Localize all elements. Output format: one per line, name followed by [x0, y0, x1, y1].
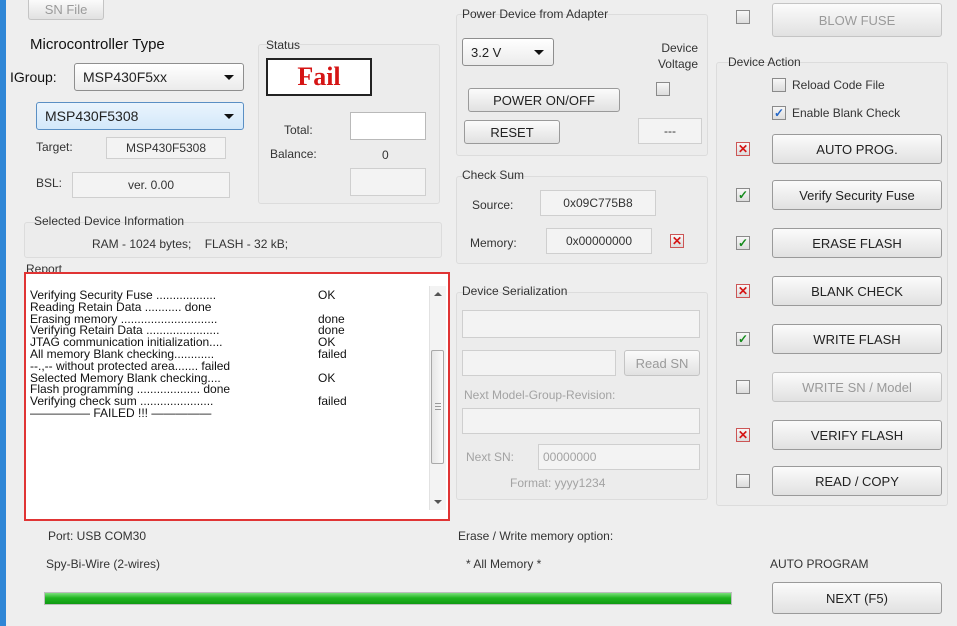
checksum-title: Check Sum: [462, 168, 525, 182]
next-sn-field: 00000000: [538, 444, 700, 470]
report-line-status: failed: [318, 394, 347, 409]
action-button-label: Verify Security Fuse: [799, 187, 915, 203]
format-label: Format: yyyy1234: [510, 476, 606, 490]
action-button-label: WRITE FLASH: [813, 331, 901, 347]
blow-fuse-checkbox[interactable]: [736, 10, 750, 24]
progress-fill: [45, 593, 731, 604]
action-status-checkbox[interactable]: ✕: [736, 284, 750, 298]
chevron-down-icon: [224, 75, 234, 80]
blow-fuse-button[interactable]: BLOW FUSE: [772, 3, 942, 37]
target-value: MSP430F5308: [106, 137, 226, 159]
action-button[interactable]: VERIFY FLASH: [772, 420, 942, 450]
target-label: Target:: [36, 140, 73, 154]
auto-program-label: AUTO PROGRAM: [770, 557, 869, 571]
action-button-label: AUTO PROG.: [816, 141, 898, 157]
action-button[interactable]: BLANK CHECK: [772, 276, 942, 306]
power-on-off-button[interactable]: POWER ON/OFF: [468, 88, 620, 112]
selected-device-info-text: RAM - 1024 bytes; FLASH - 32 kB;: [92, 237, 289, 251]
device-voltage-checkbox[interactable]: [656, 82, 670, 96]
action-status-checkbox[interactable]: [736, 380, 750, 394]
device-action-title: Device Action: [728, 55, 801, 69]
next-model-field: [462, 408, 700, 434]
bsl-value: ver. 0.00: [72, 172, 230, 198]
checksum-memory-label: Memory:: [470, 236, 517, 250]
report-line-status: failed: [318, 347, 347, 361]
checksum-memory-value: 0x00000000: [546, 228, 652, 254]
sn-file-button[interactable]: SN File: [28, 0, 104, 20]
serialization-title: Device Serialization: [462, 284, 568, 298]
voltage-select[interactable]: 3.2 V: [462, 38, 554, 66]
status-extra-field: [350, 168, 426, 196]
reload-code-label: Reload Code File: [792, 78, 885, 92]
action-button-label: READ / COPY: [815, 473, 899, 489]
checksum-fail-icon: ✕: [670, 234, 684, 248]
device-select[interactable]: MSP430F5308: [36, 102, 244, 130]
action-button[interactable]: AUTO PROG.: [772, 134, 942, 164]
power-title: Power Device from Adapter: [462, 7, 609, 21]
serial-number-field: [462, 350, 616, 376]
checksum-source-label: Source:: [472, 198, 514, 212]
chevron-down-icon: [224, 114, 234, 119]
next-model-label: Next Model-Group-Revision:: [464, 388, 616, 402]
action-status-checkbox[interactable]: ✓: [736, 236, 750, 250]
erase-option-label: Erase / Write memory option:: [458, 529, 614, 543]
status-result: Fail: [266, 58, 372, 96]
bsl-label: BSL:: [36, 176, 63, 190]
report-log: Verifying Security Fuse ................…: [24, 272, 450, 521]
action-button-label: BLANK CHECK: [811, 283, 903, 299]
next-sn-label: Next SN:: [466, 450, 515, 464]
action-button[interactable]: ERASE FLASH: [772, 228, 942, 258]
scroll-thumb[interactable]: [431, 350, 444, 464]
balance-label: Balance:: [270, 147, 317, 161]
port-label: Port: USB COM30: [48, 529, 147, 543]
erase-option-value: * All Memory *: [466, 557, 542, 571]
action-button[interactable]: WRITE SN / Model: [772, 372, 942, 402]
progress-bar: [44, 592, 732, 605]
action-status-checkbox[interactable]: [736, 474, 750, 488]
group-select[interactable]: MSP430F5xx: [74, 63, 244, 91]
action-status-checkbox[interactable]: ✓: [736, 332, 750, 346]
report-scrollbar[interactable]: [429, 286, 446, 510]
scroll-down-arrow-icon[interactable]: [434, 500, 442, 504]
reset-button[interactable]: RESET: [464, 120, 560, 144]
interface-label: Spy-Bi-Wire (2-wires): [46, 557, 160, 571]
voltage-readout: ---: [638, 118, 702, 144]
checksum-source-value: 0x09C775B8: [540, 190, 656, 216]
action-button[interactable]: WRITE FLASH: [772, 324, 942, 354]
read-sn-button[interactable]: Read SN: [624, 350, 700, 376]
microcontroller-title: Microcontroller Type: [30, 36, 165, 53]
action-button-label: WRITE SN / Model: [802, 379, 912, 395]
balance-value: 0: [382, 148, 389, 162]
total-label: Total:: [284, 123, 313, 137]
action-button-label: VERIFY FLASH: [810, 427, 904, 443]
action-status-checkbox[interactable]: ✕: [736, 142, 750, 156]
serial-model-field: [462, 310, 700, 338]
chevron-down-icon: [534, 50, 544, 55]
action-button[interactable]: READ / COPY: [772, 466, 942, 496]
device-voltage-label: Device Voltage: [657, 41, 698, 71]
action-button[interactable]: Verify Security Fuse: [772, 180, 942, 210]
enable-blank-check-checkbox[interactable]: ✓: [772, 106, 786, 120]
reload-code-checkbox[interactable]: [772, 78, 786, 92]
selected-device-info-title: Selected Device Information: [34, 214, 185, 228]
action-button-label: ERASE FLASH: [812, 235, 902, 251]
next-button[interactable]: NEXT (F5): [772, 582, 942, 614]
total-field[interactable]: [350, 112, 426, 140]
report-line-status: OK: [318, 370, 336, 385]
group-label: IGroup:: [10, 69, 57, 85]
report-line-status: OK: [318, 288, 336, 302]
scroll-up-arrow-icon[interactable]: [434, 292, 442, 296]
action-status-checkbox[interactable]: ✓: [736, 188, 750, 202]
action-status-checkbox[interactable]: ✕: [736, 428, 750, 442]
status-title: Status: [266, 38, 301, 52]
report-line: ————— FAILED !!! —————: [30, 406, 212, 420]
enable-blank-check-label: Enable Blank Check: [792, 106, 901, 120]
